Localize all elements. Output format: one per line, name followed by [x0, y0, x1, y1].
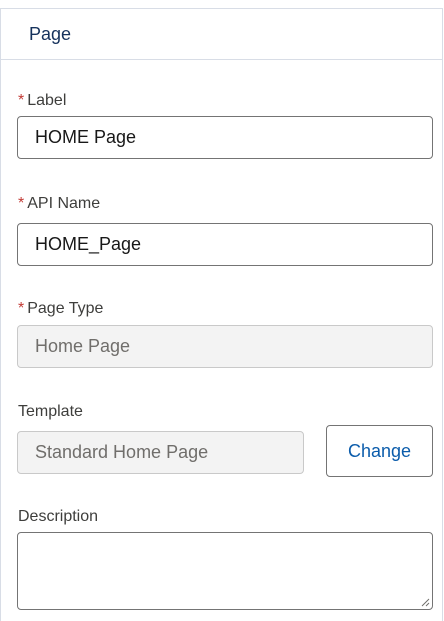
label-field-label: * Label	[18, 92, 66, 110]
label-input[interactable]: HOME Page	[17, 116, 433, 159]
template-field-label-text: Template	[18, 403, 83, 420]
page-type-field-label: * Page Type	[18, 300, 103, 318]
page-type-input: Home Page	[17, 325, 433, 368]
description-textarea[interactable]	[17, 532, 433, 610]
api-name-field-label-text: API Name	[27, 195, 101, 212]
api-name-field-label: * API Name	[18, 195, 100, 213]
template-input-value: Standard Home Page	[35, 442, 209, 462]
panel-title: Page	[29, 23, 72, 44]
required-indicator: *	[18, 300, 25, 317]
template-input: Standard Home Page	[17, 431, 304, 474]
description-field-label-text: Description	[18, 508, 99, 525]
required-indicator: *	[18, 92, 25, 109]
template-field-label: Template	[18, 403, 83, 421]
label-field-label-text: Label	[27, 92, 67, 109]
required-indicator: *	[18, 195, 25, 212]
label-input-value: HOME Page	[35, 127, 137, 147]
resize-grip-icon[interactable]	[420, 597, 430, 607]
description-field-label: Description	[18, 508, 98, 526]
page-type-field-label-text: Page Type	[27, 300, 104, 317]
api-name-input-value: HOME_Page	[35, 234, 142, 254]
page-type-input-value: Home Page	[35, 336, 131, 356]
change-template-button[interactable]: Change	[326, 425, 433, 477]
panel-header: Page	[1, 9, 442, 60]
api-name-input[interactable]: HOME_Page	[17, 223, 433, 266]
